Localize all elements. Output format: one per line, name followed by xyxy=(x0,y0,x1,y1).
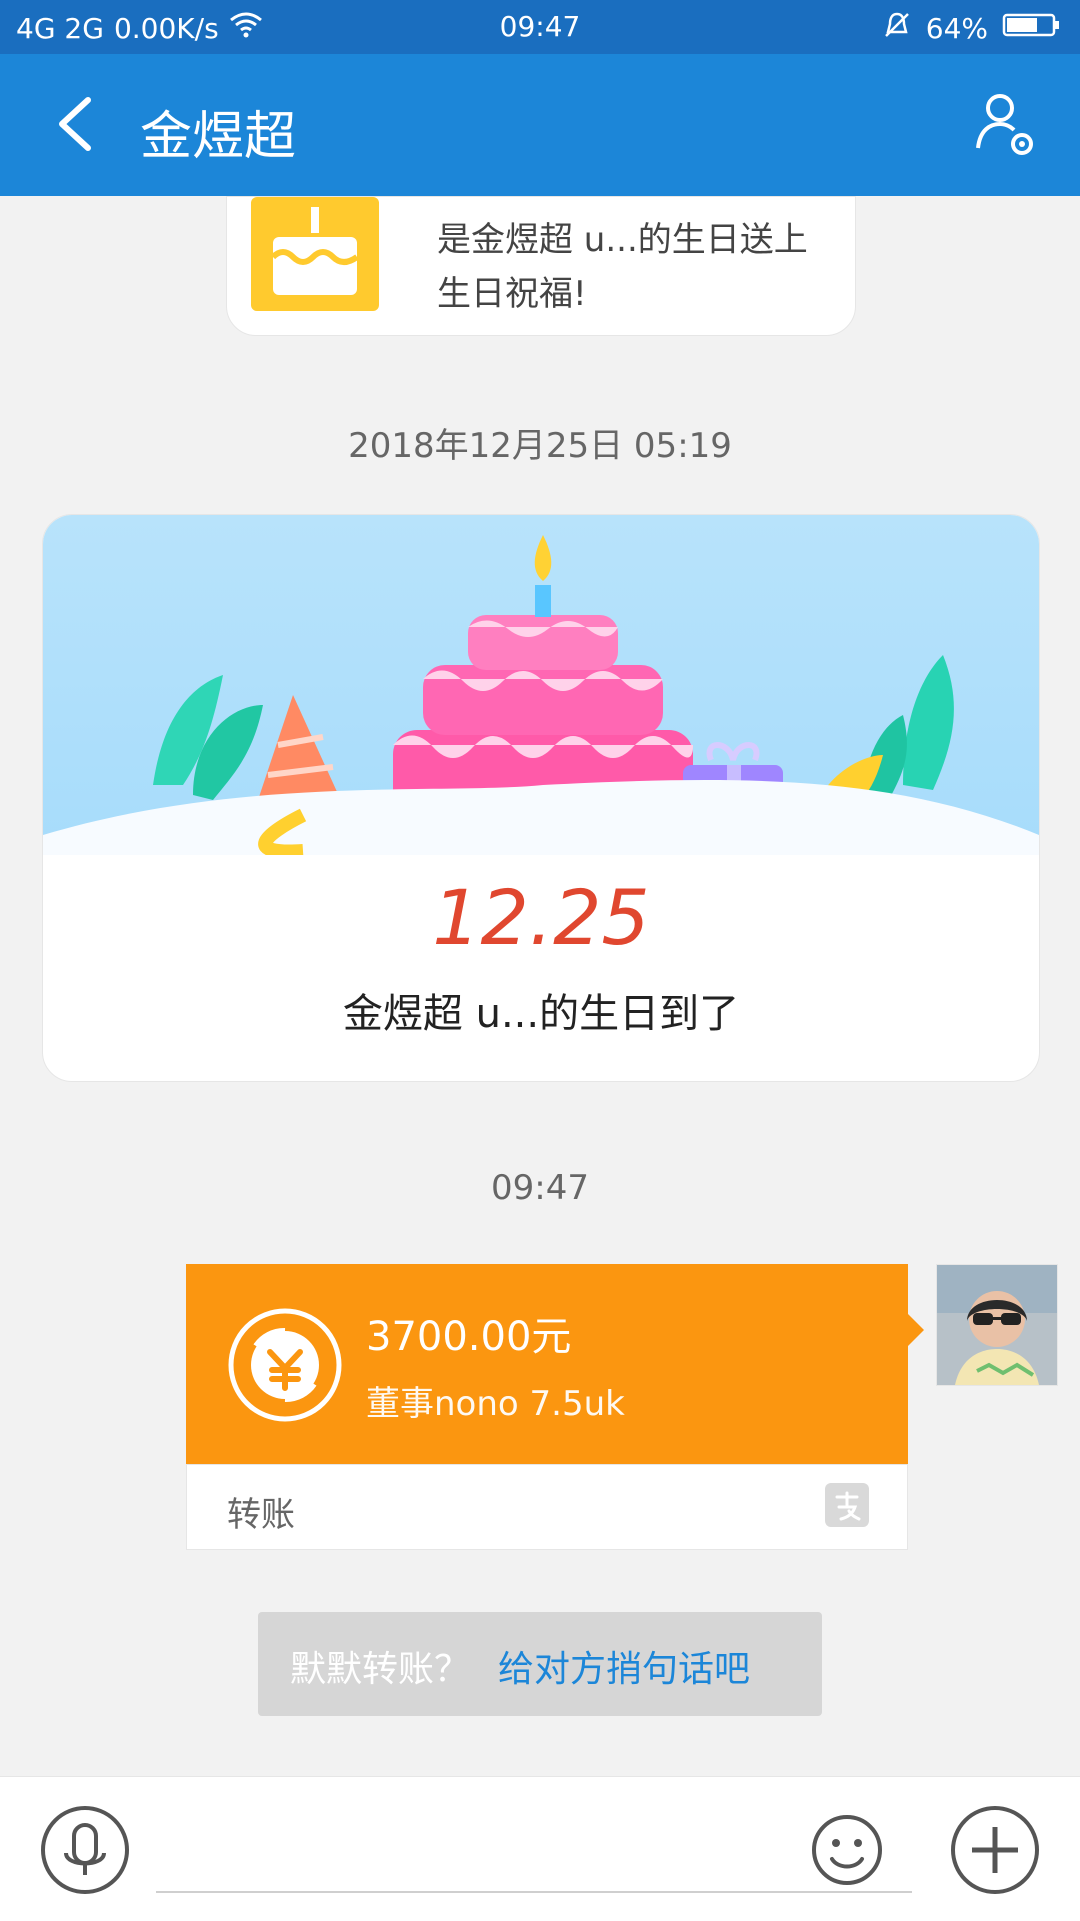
hint-gray-text: 默默转账？ xyxy=(290,1649,471,1690)
hint-link[interactable]: 给对方捎句话吧 xyxy=(498,1640,750,1692)
back-icon[interactable] xyxy=(48,94,108,154)
chat-header: 金煜超 xyxy=(0,54,1080,196)
alipay-icon xyxy=(825,1483,869,1527)
mic-icon[interactable] xyxy=(40,1805,130,1895)
quiet-transfer-hint[interactable]: 默默转账？ 给对方捎句话吧 xyxy=(258,1612,822,1716)
birthday-cake-icon xyxy=(251,197,379,311)
chat-area[interactable]: 是金煜超 u...的生日送上生日祝福! 2018年12月25日 05:19 12… xyxy=(0,196,1080,1776)
status-bar: 4G 2G 0.00K/s 09:47 64% xyxy=(0,0,1080,54)
transfer-amount: 3700.00元 xyxy=(366,1314,572,1360)
avatar[interactable] xyxy=(936,1264,1058,1386)
transfer-label: 转账 xyxy=(227,1495,295,1535)
plus-icon[interactable] xyxy=(950,1805,1040,1895)
profile-settings-icon[interactable] xyxy=(970,90,1040,160)
status-right: 64% xyxy=(882,10,1062,47)
transfer-message[interactable]: 3700.00元 董事nono 7.5uk 转账 xyxy=(186,1264,924,1550)
bubble-pointer xyxy=(908,1314,924,1346)
birthday-reminder-text: 是金煜超 u...的生日送上生日祝福! xyxy=(437,220,808,314)
birthday-message: 金煜超 u...的生日到了 xyxy=(342,991,740,1037)
message-timestamp: 2018年12月25日 05:19 xyxy=(348,426,732,466)
transfer-yuan-icon xyxy=(226,1306,344,1424)
chat-title: 金煜超 xyxy=(140,107,297,167)
transfer-top[interactable]: 3700.00元 董事nono 7.5uk xyxy=(186,1264,908,1464)
emoji-icon[interactable] xyxy=(810,1813,884,1887)
transfer-footer[interactable]: 转账 xyxy=(186,1464,908,1550)
message-input[interactable] xyxy=(156,1891,912,1893)
battery-percent: 64% xyxy=(925,12,988,45)
birthday-date: 12.25 xyxy=(432,873,650,962)
input-bar xyxy=(0,1776,1080,1921)
birthday-banner-card[interactable]: 12.25 金煜超 u...的生日到了 xyxy=(42,514,1040,1082)
birthday-banner-illustration xyxy=(43,515,1039,859)
message-timestamp: 09:47 xyxy=(491,1168,589,1208)
transfer-memo: 董事nono 7.5uk xyxy=(366,1384,625,1424)
battery-icon xyxy=(1002,11,1062,46)
birthday-reminder-card[interactable]: 是金煜超 u...的生日送上生日祝福! xyxy=(226,196,856,336)
alarm-off-icon xyxy=(882,10,912,47)
